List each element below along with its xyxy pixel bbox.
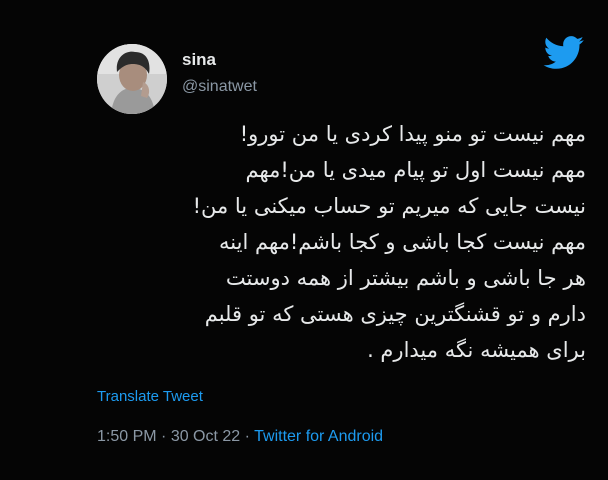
tweet-text-line: مهم نیست اول تو پیام میدی یا من!مهم: [245, 158, 586, 182]
tweet-card: sina @sinatwet مهم نیست تو منو پیدا کردی…: [0, 0, 608, 480]
tweet-date[interactable]: 30 Oct 22: [171, 428, 240, 445]
tweet-text-line: نیست جایی که میریم تو حساب میکنی یا من!: [192, 194, 586, 218]
translate-tweet-link[interactable]: Translate Tweet: [97, 388, 203, 405]
tweet-time[interactable]: 1:50 PM: [97, 428, 157, 445]
twitter-bird-icon: [543, 36, 584, 69]
avatar[interactable]: [97, 44, 167, 114]
tweet-text: مهم نیست تو منو پیدا کردی یا من تورو! مه…: [90, 116, 586, 368]
meta-separator: ·: [240, 428, 255, 445]
tweet-source-link[interactable]: Twitter for Android: [254, 428, 383, 445]
tweet-text-line: برای همیشه نگه میدارم .: [367, 338, 586, 362]
tweet-metadata: 1:50 PM · 30 Oct 22 · Twitter for Androi…: [97, 428, 383, 446]
profile-photo-icon: [97, 44, 167, 114]
tweet-text-line: دارم و تو قشنگترین چیزی هستی که تو قلبم: [204, 302, 586, 326]
tweet-text-line: مهم نیست کجا باشی و کجا باشم!مهم اینه: [219, 230, 586, 254]
tweet-text-line: مهم نیست تو منو پیدا کردی یا من تورو!: [239, 122, 586, 146]
user-handle[interactable]: @sinatwet: [182, 78, 257, 96]
meta-separator: ·: [156, 428, 171, 445]
display-name[interactable]: sina: [182, 50, 216, 70]
tweet-text-line: هر جا باشی و باشم بیشتر از همه دوستت: [225, 266, 586, 290]
